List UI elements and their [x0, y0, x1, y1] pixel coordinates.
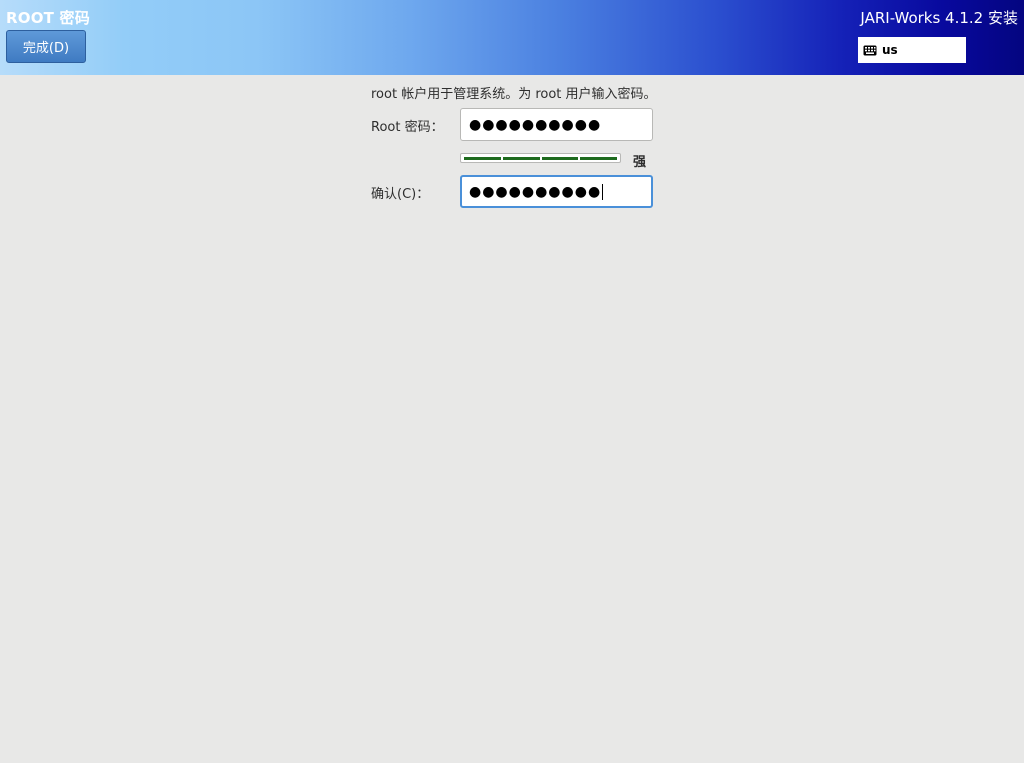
password-strength-bar [460, 153, 621, 163]
password-strength-label: 强 [633, 155, 647, 170]
product-title: JARI-Works 4.1.2 安装 [860, 9, 1018, 27]
confirm-password-value: ●●●●●●●●●● [469, 183, 602, 200]
strength-segment [502, 156, 540, 160]
header-bar: ROOT 密码 完成(D) JARI-Works 4.1.2 安装 us [0, 0, 1024, 75]
keyboard-layout-label: us [882, 43, 898, 57]
page-title: ROOT 密码 [6, 9, 90, 27]
root-password-value: ●●●●●●●●●● [469, 116, 602, 133]
confirm-password-field[interactable]: ●●●●●●●●●● [460, 175, 653, 208]
confirm-password-label: 确认(C)： [371, 187, 430, 202]
strength-segment [541, 156, 579, 160]
keyboard-layout-indicator[interactable]: us [858, 37, 966, 63]
done-button[interactable]: 完成(D) [6, 30, 86, 63]
root-account-description: root 帐户用于管理系统。为 root 用户输入密码。 [371, 87, 657, 102]
root-password-label: Root 密码： [371, 120, 444, 135]
root-password-field[interactable]: ●●●●●●●●●● [460, 108, 653, 141]
keyboard-icon [863, 41, 877, 60]
text-caret [602, 183, 604, 200]
strength-segment [464, 156, 501, 160]
strength-segment [580, 156, 617, 160]
